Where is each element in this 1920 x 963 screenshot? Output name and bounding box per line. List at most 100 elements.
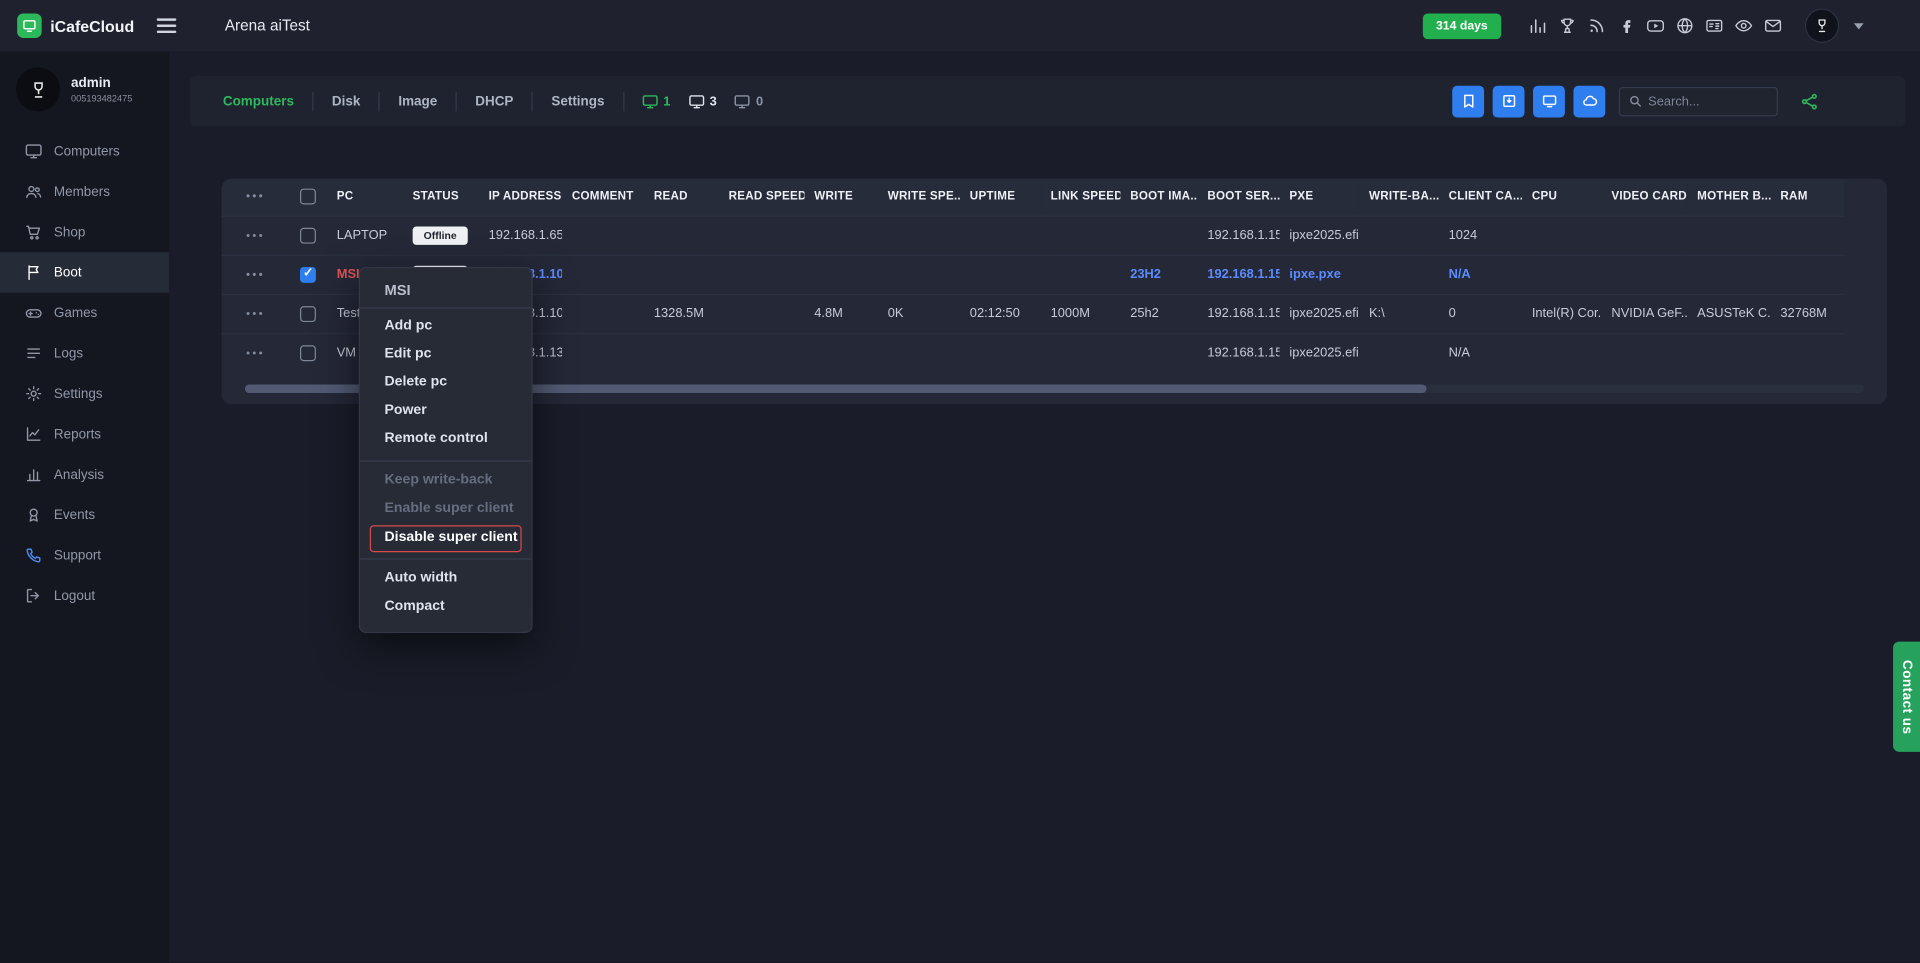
- menu-item-delete-pc[interactable]: Delete pc: [360, 370, 531, 398]
- row-checkbox[interactable]: [300, 306, 316, 322]
- action-button-4[interactable]: [1573, 85, 1605, 117]
- line-chart-icon: [24, 425, 42, 443]
- table-row[interactable]: •••LAPTOPOffline192.168.1.65192.168.1.15…: [222, 216, 1844, 255]
- column-header-boot-image[interactable]: BOOT IMA...: [1120, 179, 1197, 216]
- user-avatar[interactable]: [1805, 9, 1839, 43]
- column-header-status[interactable]: STATUS: [403, 179, 479, 216]
- online-count[interactable]: 1: [641, 92, 670, 109]
- cell-boot-server: 192.168.1.150: [1207, 267, 1279, 282]
- offline-count[interactable]: 0: [734, 92, 763, 109]
- menu-item-remote-control[interactable]: Remote control: [360, 426, 531, 454]
- row-actions-icon[interactable]: •••: [246, 268, 265, 280]
- cell-boot-server: 192.168.1.150: [1207, 228, 1279, 243]
- sidebar-item-analysis[interactable]: Analysis: [0, 454, 169, 494]
- column-header-read[interactable]: READ: [644, 179, 719, 216]
- select-all-checkbox[interactable]: [300, 189, 316, 205]
- column-header-video-card[interactable]: VIDEO CARD: [1602, 179, 1688, 216]
- logs-icon: [24, 344, 42, 362]
- menu-item-power[interactable]: Power: [360, 398, 531, 426]
- contact-us-button[interactable]: Contact us: [1893, 642, 1920, 752]
- facebook-icon[interactable]: [1616, 16, 1636, 36]
- stats-icon[interactable]: [1528, 16, 1548, 36]
- column-header-uptime[interactable]: UPTIME: [960, 179, 1041, 216]
- display-icon: [1541, 93, 1557, 109]
- tab-computers[interactable]: Computers: [204, 91, 313, 111]
- column-header-mother-board[interactable]: MOTHER B...: [1687, 179, 1770, 216]
- sidebar-item-events[interactable]: Events: [0, 495, 169, 535]
- sidebar-item-boot[interactable]: Boot: [0, 252, 169, 292]
- column-header-read-speed[interactable]: READ SPEED: [719, 179, 805, 216]
- eye-icon[interactable]: [1734, 16, 1754, 36]
- app-root: iCafeCloud Arena aiTest 314 days: [0, 0, 1920, 962]
- column-header-write-back[interactable]: WRITE-BA...: [1359, 179, 1439, 216]
- total-count[interactable]: 3: [688, 92, 717, 109]
- menu-toggle-icon[interactable]: [156, 18, 176, 33]
- row-checkbox[interactable]: [300, 345, 316, 361]
- action-button-3[interactable]: [1533, 85, 1565, 117]
- trophy-icon[interactable]: [1558, 16, 1578, 36]
- sidebar-item-settings[interactable]: Settings: [0, 373, 169, 413]
- search-input[interactable]: [1648, 94, 1768, 109]
- menu-divider: [360, 558, 531, 559]
- tab-dhcp[interactable]: DHCP: [457, 91, 533, 111]
- column-header-write[interactable]: WRITE: [804, 179, 877, 216]
- download-icon: [1501, 93, 1517, 109]
- sidebar-item-games[interactable]: Games: [0, 293, 169, 333]
- sidebar-item-logs[interactable]: Logs: [0, 333, 169, 373]
- sidebar-item-reports[interactable]: Reports: [0, 414, 169, 454]
- menu-item-enable-super-client: Enable super client: [360, 496, 531, 524]
- chevron-down-icon[interactable]: [1854, 23, 1864, 29]
- column-header-client-cache[interactable]: CLIENT CA...: [1439, 179, 1522, 216]
- sidebar-item-logout[interactable]: Logout: [0, 576, 169, 616]
- action-button-1[interactable]: [1452, 85, 1484, 117]
- sidebar-item-members[interactable]: Members: [0, 171, 169, 211]
- cell-boot-image: 23H2: [1130, 267, 1161, 282]
- network-nodes-icon[interactable]: [1800, 91, 1820, 111]
- bookmark-icon: [1460, 93, 1476, 109]
- license-badge[interactable]: 314 days: [1423, 13, 1502, 39]
- sidebar-item-computers[interactable]: Computers: [0, 131, 169, 171]
- sidebar-user[interactable]: admin 005193482475: [0, 51, 169, 126]
- menu-item-add-pc[interactable]: Add pc: [360, 313, 531, 341]
- menu-item-auto-width[interactable]: Auto width: [360, 566, 531, 594]
- cell-link-speed: 1000M: [1051, 306, 1090, 321]
- table-header-row: ••• PC STATUS IP ADDRESS COMMENT READ RE…: [222, 179, 1844, 216]
- column-header-write-speed[interactable]: WRITE SPE...: [878, 179, 960, 216]
- cell-uptime: 02:12:50: [970, 306, 1020, 321]
- row-actions-icon[interactable]: •••: [246, 307, 265, 319]
- menu-item-edit-pc[interactable]: Edit pc: [360, 342, 531, 370]
- cell-mother-board: ASUSTeK C...: [1697, 306, 1770, 321]
- cell-client-cache: 0: [1449, 306, 1456, 321]
- column-header-link-speed[interactable]: LINK SPEED: [1041, 179, 1121, 216]
- bar-chart-icon: [24, 465, 42, 483]
- tab-settings[interactable]: Settings: [533, 91, 624, 111]
- mail-icon[interactable]: [1763, 16, 1783, 36]
- column-header-comment[interactable]: COMMENT: [562, 179, 644, 216]
- row-actions-icon[interactable]: •••: [246, 229, 265, 241]
- search-box[interactable]: [1619, 86, 1778, 115]
- logout-icon: [24, 587, 42, 605]
- menu-item-compact[interactable]: Compact: [360, 594, 531, 622]
- rss-icon[interactable]: [1587, 16, 1607, 36]
- id-card-icon[interactable]: [1704, 16, 1724, 36]
- cell-pc: LAPTOP: [337, 228, 388, 243]
- app-brand[interactable]: iCafeCloud: [0, 13, 134, 37]
- column-header-ram[interactable]: RAM: [1771, 179, 1844, 216]
- tab-image[interactable]: Image: [380, 91, 457, 111]
- header-actions-icon[interactable]: •••: [246, 190, 265, 202]
- column-header-pxe[interactable]: PXE: [1280, 179, 1360, 216]
- action-button-2[interactable]: [1493, 85, 1525, 117]
- row-checkbox[interactable]: [300, 227, 316, 243]
- row-actions-icon[interactable]: •••: [246, 347, 265, 359]
- sidebar-item-shop[interactable]: Shop: [0, 212, 169, 252]
- sidebar-item-support[interactable]: Support: [0, 535, 169, 575]
- tab-disk[interactable]: Disk: [314, 91, 380, 111]
- menu-item-disable-super-client[interactable]: Disable super client: [370, 525, 522, 552]
- column-header-cpu[interactable]: CPU: [1522, 179, 1602, 216]
- column-header-boot-server[interactable]: BOOT SER...: [1198, 179, 1280, 216]
- row-checkbox[interactable]: [300, 266, 316, 282]
- youtube-icon[interactable]: [1646, 16, 1666, 36]
- column-header-pc[interactable]: PC: [327, 179, 403, 216]
- globe-icon[interactable]: [1675, 16, 1695, 36]
- column-header-ip-address[interactable]: IP ADDRESS: [479, 179, 562, 216]
